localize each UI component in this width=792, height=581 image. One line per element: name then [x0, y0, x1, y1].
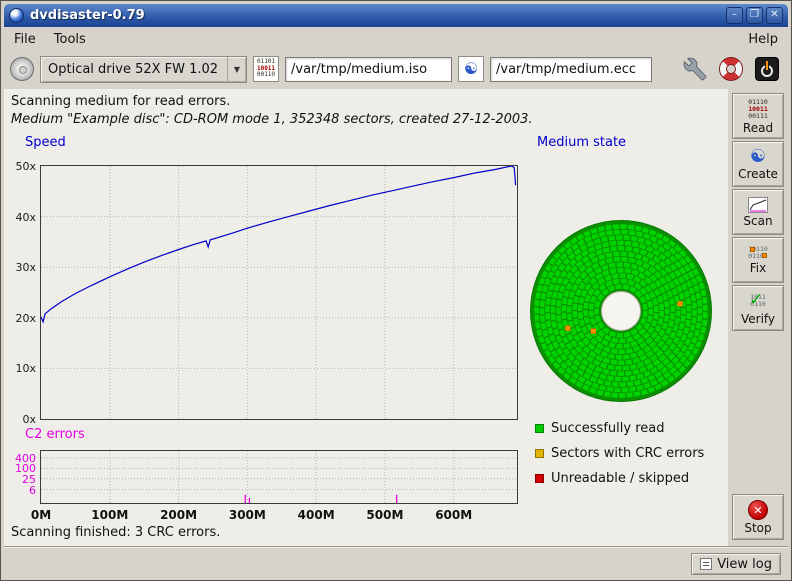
scan-button[interactable]: Scan [732, 189, 784, 235]
legend-color-swatch [535, 449, 544, 458]
close-button[interactable]: ✕ [766, 7, 783, 24]
fix-button[interactable]: 1011001101 Fix [732, 237, 784, 283]
x-tick-label: 600M [424, 508, 484, 522]
quit-button[interactable] [752, 54, 782, 84]
speed-y-tick-label: 20x [6, 312, 36, 325]
drive-cd-icon [10, 57, 34, 81]
speed-y-tick-label: 10x [6, 362, 36, 375]
status-line-1: Scanning medium for read errors. [11, 94, 230, 109]
stop-icon [748, 500, 768, 520]
verify-icon: 10110110 ✓ [745, 291, 771, 311]
iso-file-icon: 011011001100110 [253, 56, 279, 82]
menu-file[interactable]: File [5, 31, 45, 48]
x-tick-label: 100M [80, 508, 140, 522]
iso-path-input[interactable] [285, 57, 452, 82]
verify-button[interactable]: 10110110 ✓ Verify [732, 285, 784, 331]
legend-item-unreadable: Unreadable / skipped [535, 471, 689, 486]
legend-item-crc: Sectors with CRC errors [535, 446, 704, 461]
ecc-file-icon: ☯ [458, 56, 484, 82]
speed-y-tick-label: 0x [6, 413, 36, 426]
menu-tools[interactable]: Tools [45, 31, 95, 48]
read-button[interactable]: 011101001100111 Read [732, 93, 784, 139]
main-content: Scanning medium for read errors. Medium … [4, 89, 730, 546]
x-tick-label: 200M [149, 508, 209, 522]
c2-y-tick-label: 6 [6, 484, 36, 497]
yin-yang-icon: ☯ [750, 148, 766, 166]
minimize-button[interactable]: – [726, 7, 743, 24]
c2-chart-title: C2 errors [25, 427, 85, 442]
log-icon [700, 558, 712, 570]
preferences-button[interactable] [680, 54, 710, 84]
titlebar: dvdisaster-0.79 – ❐ ✕ [4, 4, 788, 27]
statusbar: View log [4, 546, 788, 577]
menubar: File Tools Help [5, 29, 787, 49]
speed-y-tick-label: 50x [6, 160, 36, 173]
scan-result-text: Scanning finished: 3 CRC errors. [11, 525, 220, 540]
stop-button[interactable]: Stop [732, 494, 784, 540]
legend-color-swatch [535, 474, 544, 483]
x-tick-label: 500M [355, 508, 415, 522]
speed-y-tick-label: 30x [6, 261, 36, 274]
legend-color-swatch [535, 424, 544, 433]
speed-chart [40, 165, 518, 420]
binary-icon: 011101001100111 [748, 99, 768, 120]
chevron-down-icon: ▼ [227, 57, 246, 82]
drive-combobox-value: Optical drive 52X FW 1.02 [41, 62, 227, 77]
scan-chart-icon [748, 197, 768, 213]
maximize-button[interactable]: ❐ [746, 7, 763, 24]
medium-state-title: Medium state [537, 135, 626, 150]
c2-errors-chart [40, 450, 518, 504]
status-line-2: Medium "Example disc": CD-ROM mode 1, 35… [11, 112, 533, 127]
window: dvdisaster-0.79 – ❐ ✕ File Tools Help Op… [0, 0, 792, 581]
drive-combobox[interactable]: Optical drive 52X FW 1.02 ▼ [40, 56, 247, 83]
x-tick-label: 300M [217, 508, 277, 522]
toolbar: Optical drive 52X FW 1.02 ▼ 011011001100… [5, 50, 787, 88]
speed-y-tick-label: 40x [6, 211, 36, 224]
lifebelt-icon [719, 57, 743, 81]
action-sidebar: 011101001100111 Read ☯ Create Scan 10110… [728, 89, 788, 546]
x-tick-label: 400M [286, 508, 346, 522]
power-icon [755, 57, 779, 81]
legend-item-success: Successfully read [535, 421, 664, 436]
create-button[interactable]: ☯ Create [732, 141, 784, 187]
help-button[interactable] [716, 54, 746, 84]
ecc-path-input[interactable] [490, 57, 652, 82]
medium-state-disc [528, 218, 714, 404]
checkmark-icon: ✓ [749, 290, 763, 310]
x-tick-label: 0M [11, 508, 71, 522]
menu-help[interactable]: Help [739, 31, 787, 48]
fix-icon: 1011001101 [748, 246, 768, 260]
dvdisaster-logo-icon [9, 8, 24, 23]
wrench-icon [683, 57, 707, 81]
window-title: dvdisaster-0.79 [30, 8, 145, 23]
view-log-button[interactable]: View log [691, 553, 781, 575]
speed-chart-title: Speed [25, 135, 66, 150]
